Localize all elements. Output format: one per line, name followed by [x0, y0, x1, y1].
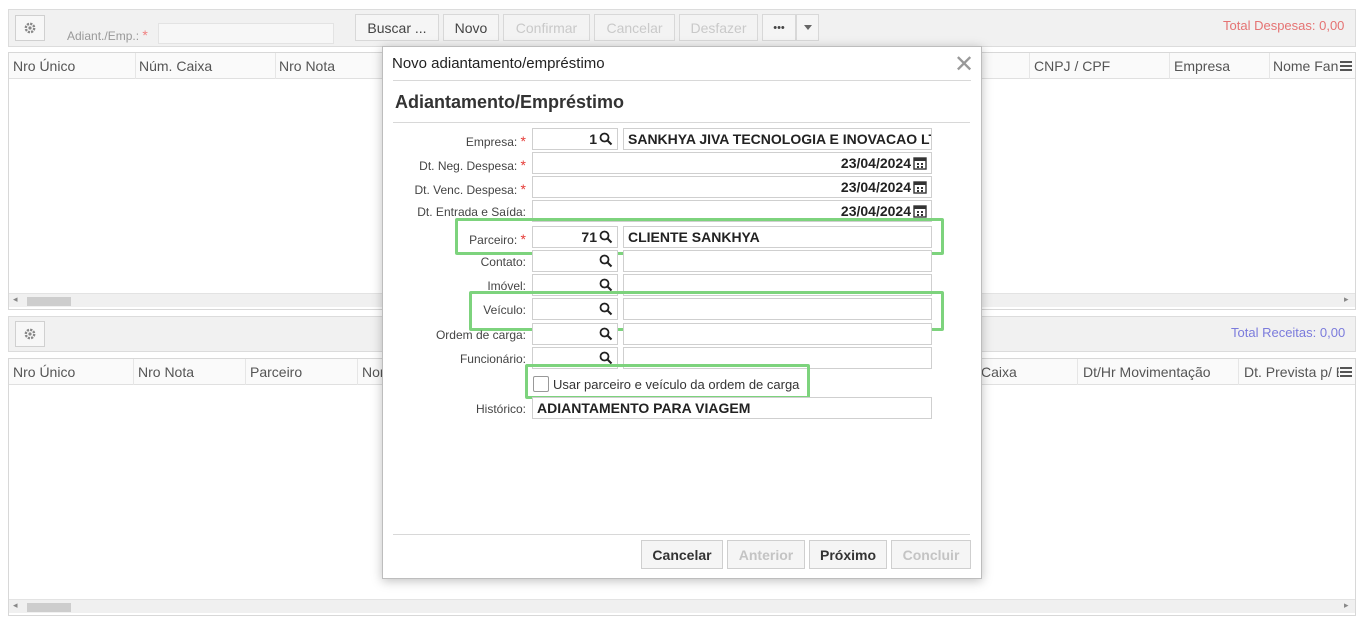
top-settings-button[interactable]: [15, 15, 45, 41]
col-empresa[interactable]: Empresa: [1174, 58, 1230, 74]
concluir-button[interactable]: Concluir: [891, 540, 971, 569]
buscar-button[interactable]: Buscar ...: [355, 14, 439, 41]
dt-venc-despesa-input[interactable]: 23/04/2024: [532, 176, 932, 198]
historico-input[interactable]: ADIANTAMENTO PARA VIAGEM: [532, 397, 932, 419]
search-icon[interactable]: [599, 278, 613, 292]
dt-venc-despesa-label: Dt. Venc. Despesa: *: [414, 181, 526, 197]
cancelar-top-button[interactable]: Cancelar: [594, 14, 675, 41]
adiant-emp-input[interactable]: [158, 23, 334, 44]
empresa-label: Empresa: *: [465, 133, 526, 149]
contato-name-input[interactable]: [623, 250, 932, 272]
dropdown-button[interactable]: [796, 14, 819, 41]
col-num-caixa[interactable]: Núm. Caixa: [139, 58, 212, 74]
column-menu-icon[interactable]: [1340, 61, 1352, 71]
gear-icon: [24, 328, 36, 340]
ordem-carga-code-input[interactable]: [532, 323, 618, 345]
col-nro-unico[interactable]: Nro Único: [13, 58, 75, 74]
confirmar-button[interactable]: Confirmar: [503, 14, 590, 41]
desfazer-button[interactable]: Desfazer: [679, 14, 758, 41]
calendar-icon[interactable]: [913, 180, 927, 194]
more-icon: •••: [773, 21, 785, 34]
funcionario-label: Funcionário:: [459, 352, 526, 366]
col-caixa[interactable]: Caixa: [981, 364, 1017, 380]
search-icon[interactable]: [599, 327, 613, 341]
col-cnpj-cpf[interactable]: CNPJ / CPF: [1034, 58, 1110, 74]
more-actions-button[interactable]: •••: [762, 14, 796, 41]
bottom-settings-button[interactable]: [15, 321, 45, 347]
adiant-emp-label: Adiant./Emp.: *: [67, 27, 148, 43]
empresa-name-input[interactable]: SANKHYA JIVA TECNOLOGIA E INOVACAO LTDA: [623, 128, 932, 150]
col-dt-hr-movimentacao[interactable]: Dt/Hr Movimentação: [1083, 364, 1211, 380]
cancelar-button[interactable]: Cancelar: [641, 540, 723, 569]
historico-label: Histórico:: [475, 402, 526, 416]
dt-neg-despesa-label: Dt. Neg. Despesa: *: [419, 157, 526, 173]
search-icon[interactable]: [599, 254, 613, 268]
search-icon[interactable]: [599, 351, 613, 365]
col-dt-prevista[interactable]: Dt. Prevista p/ E: [1244, 364, 1339, 380]
anterior-button[interactable]: Anterior: [727, 540, 805, 569]
section-title: Adiantamento/Empréstimo: [395, 92, 625, 112]
col-nro-nota[interactable]: Nro Nota: [138, 364, 194, 380]
total-receitas: Total Receitas: 0,00: [1231, 325, 1346, 340]
calendar-icon[interactable]: [913, 204, 927, 218]
col-parceiro[interactable]: Parceiro: [250, 364, 302, 380]
proximo-button[interactable]: Próximo: [809, 540, 887, 569]
scroll-thumb[interactable]: [27, 603, 71, 612]
col-nro-unico[interactable]: Nro Único: [13, 364, 75, 380]
contato-code-input[interactable]: [532, 250, 618, 272]
calendar-icon[interactable]: [913, 156, 927, 170]
close-icon[interactable]: ✕: [954, 50, 974, 79]
gear-icon: [24, 22, 36, 34]
total-despesas: Total Despesas: 0,00: [1223, 18, 1345, 33]
col-nro-nota[interactable]: Nro Nota: [279, 58, 335, 74]
receitas-hscrollbar[interactable]: ◂ ▸: [9, 599, 1355, 613]
empresa-code-input[interactable]: 1: [532, 128, 618, 150]
ordem-carga-name-input[interactable]: [623, 323, 932, 345]
contato-label: Contato:: [480, 255, 526, 269]
dialog-title: Novo adiantamento/empréstimo: [392, 55, 605, 72]
search-icon[interactable]: [599, 132, 613, 146]
dt-entrada-saida-label: Dt. Entrada e Saída:: [417, 205, 526, 219]
column-menu-icon[interactable]: [1340, 367, 1352, 377]
dt-neg-despesa-input[interactable]: 23/04/2024: [532, 152, 932, 174]
novo-adiantamento-dialog: Novo adiantamento/empréstimo ✕ Adiantame…: [382, 46, 982, 579]
chevron-down-icon: [803, 25, 812, 30]
scroll-thumb[interactable]: [27, 297, 71, 306]
usar-parceiro-highlight: [525, 364, 810, 399]
novo-button[interactable]: Novo: [443, 14, 499, 41]
ordem-carga-label: Ordem de carga:: [435, 328, 526, 342]
col-nome-fantasia[interactable]: Nome Fan: [1273, 58, 1339, 74]
